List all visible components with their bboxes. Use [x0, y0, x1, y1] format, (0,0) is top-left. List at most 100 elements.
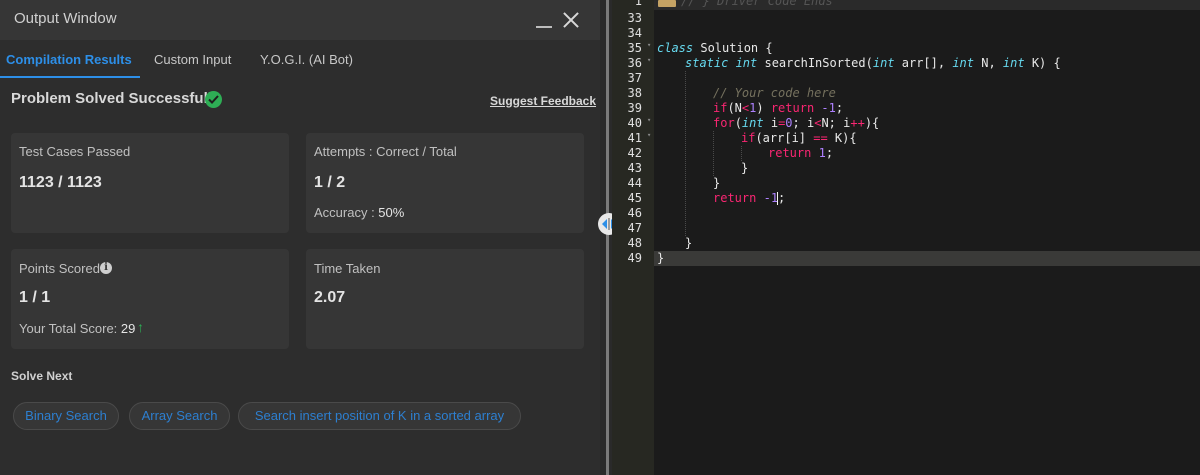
gutter-line: 43: [612, 161, 654, 176]
code-token: K) {: [1024, 56, 1061, 70]
code-comment: // } Driver Code Ends: [681, 0, 833, 8]
code-token: int: [1002, 56, 1025, 70]
fold-arrow-icon[interactable]: ▾: [647, 56, 651, 64]
code-token: return: [770, 101, 815, 115]
info-icon[interactable]: i: [100, 262, 112, 274]
code-token: -1: [821, 101, 836, 115]
total-score: Your Total Score: 29: [19, 321, 135, 336]
gutter-line: 36 ▾: [612, 56, 654, 71]
code-token: class: [657, 41, 694, 55]
code-token: ==: [813, 131, 828, 145]
gutter-line: 41 ▾: [612, 131, 654, 146]
gutter-line: 47: [612, 221, 654, 236]
status-message: Problem Solved Successfully: [11, 90, 221, 107]
code-token: static int: [685, 56, 758, 70]
code-token: if: [713, 101, 728, 115]
gutter-line: 46: [612, 206, 654, 221]
suggestion-search-insert-position[interactable]: Search insert position of K in a sorted …: [238, 402, 521, 430]
code-line: }: [657, 251, 665, 265]
line-number: 47: [627, 221, 642, 235]
code-token: Solution {: [693, 41, 773, 55]
code-line: }: [685, 236, 693, 250]
line-number: 48: [627, 236, 642, 250]
suggestion-binary-search[interactable]: Binary Search: [13, 402, 119, 430]
code-token: N,: [974, 56, 1003, 70]
code-token: 1: [818, 146, 826, 160]
line-number: 37: [627, 71, 642, 85]
line-number: 41: [627, 131, 642, 145]
code-line: if(N<1) return -1;: [713, 101, 843, 116]
code-line: }: [713, 176, 721, 190]
active-line-highlight: [654, 251, 1200, 266]
line-number: 34: [627, 26, 642, 40]
line-number: 44: [627, 176, 642, 190]
splitter-bar[interactable]: [606, 0, 609, 475]
indent-guide: [713, 131, 714, 176]
test-cases-card: Test Cases Passed 1123 / 1123: [11, 133, 289, 233]
code-token: return: [768, 146, 812, 160]
code-comment: // Your code here: [713, 86, 836, 100]
arrow-up-icon: ↑: [137, 319, 144, 335]
suggest-feedback-link[interactable]: Suggest Feedback: [490, 94, 596, 108]
code-token: K){: [827, 131, 857, 145]
attempts-label: Attempts : Correct / Total: [314, 144, 457, 159]
solve-next-heading: Solve Next: [11, 369, 73, 383]
line-number: 36: [627, 56, 642, 70]
line-number: 38: [627, 86, 642, 100]
code-line: static int searchInSorted(int arr[], int…: [685, 56, 1061, 71]
line-number: 1: [634, 0, 642, 8]
code-line: if(arr[i] == K){: [741, 131, 857, 146]
code-token: ;: [835, 101, 844, 115]
points-label: Points Scored: [19, 261, 100, 276]
code-line: return 1;: [768, 146, 833, 161]
code-token: ): [756, 101, 771, 115]
suggestion-array-search[interactable]: Array Search: [129, 402, 230, 430]
line-number: 45: [627, 191, 642, 205]
accuracy-label: Accuracy :: [314, 205, 379, 220]
gutter-line: 42: [612, 146, 654, 161]
minimize-button[interactable]: [534, 8, 554, 32]
tab-compilation-results[interactable]: Compilation Results: [6, 52, 132, 67]
fold-marker-icon[interactable]: [658, 0, 676, 7]
code-token: 0: [785, 116, 793, 130]
indent-guide: [685, 71, 686, 236]
code-token: ; i: [792, 116, 815, 130]
line-number: 43: [627, 161, 642, 175]
gutter-line: 35 ▾: [612, 41, 654, 56]
fold-arrow-icon[interactable]: ▾: [647, 131, 651, 139]
code-token: -1: [763, 191, 779, 205]
time-label: Time Taken: [314, 261, 381, 276]
indent-guide: [741, 146, 742, 161]
line-number: 40: [627, 116, 642, 130]
test-cases-value: 1123 / 1123: [19, 174, 102, 191]
gutter-line: 45: [612, 191, 654, 206]
test-cases-label: Test Cases Passed: [19, 144, 131, 159]
code-editor[interactable]: [654, 0, 1200, 475]
gutter-line: 49: [612, 251, 654, 266]
code-token: ++: [850, 116, 865, 130]
gutter-line: 38: [612, 86, 654, 101]
line-number: 49: [627, 251, 642, 265]
fold-arrow-icon[interactable]: ▾: [647, 41, 651, 49]
code-token: arr[],: [894, 56, 953, 70]
close-button[interactable]: [560, 9, 582, 31]
check-circle-icon: [205, 91, 222, 108]
points-value: 1 / 1: [19, 289, 51, 306]
time-value: 2.07: [314, 289, 346, 306]
total-score-label: Your Total Score:: [19, 321, 121, 336]
gutter-line: 39: [612, 101, 654, 116]
code-line: return -1;: [713, 191, 785, 206]
tab-yogi-ai-bot[interactable]: Y.O.G.I. (AI Bot): [260, 52, 353, 67]
line-number: 35: [627, 41, 642, 55]
fold-arrow-icon[interactable]: ▾: [647, 116, 651, 124]
tab-custom-input[interactable]: Custom Input: [154, 52, 231, 67]
code-token: int: [872, 56, 895, 70]
accuracy: Accuracy : 50%: [314, 205, 404, 220]
window-title: Output Window: [14, 10, 117, 27]
code-line: class Solution {: [657, 41, 773, 56]
code-line: }: [741, 161, 749, 175]
code-token: int: [952, 56, 975, 70]
code-token: ;: [825, 146, 834, 160]
gutter-line: 34: [612, 26, 654, 41]
